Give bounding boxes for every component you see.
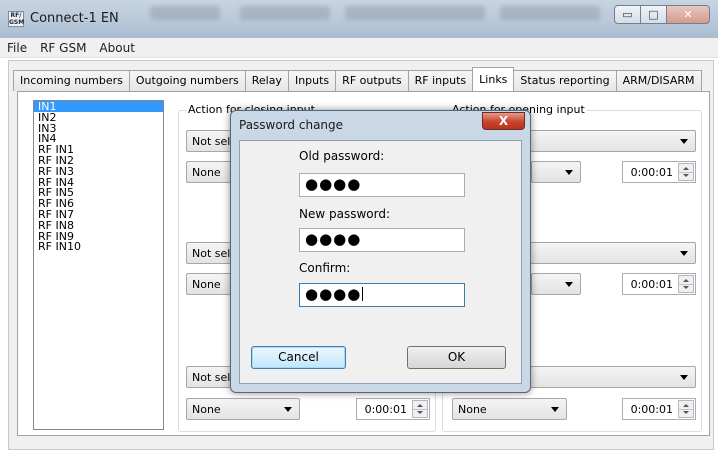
title-bar: RF/ GSM Connect-1 EN ▭ □ ✕ [0, 0, 718, 38]
select-value: None [192, 166, 221, 179]
spin-up-icon [683, 279, 689, 282]
opening-type-select-3[interactable]: None [452, 398, 567, 420]
time-value: 0:00:01 [630, 278, 673, 291]
chevron-down-icon [565, 282, 573, 287]
chevron-down-icon [565, 170, 573, 175]
dialog-close-button[interactable]: X [482, 112, 525, 130]
closing-type-select-3[interactable]: None [186, 398, 300, 420]
opening-type-select-2[interactable] [531, 273, 581, 295]
minimize-icon: ▭ [622, 8, 633, 21]
opening-time-spinner-3[interactable]: 0:00:01 [622, 398, 696, 420]
maximize-icon: □ [648, 8, 659, 21]
spin-up-icon [683, 404, 689, 407]
spin-buttons[interactable] [678, 275, 694, 293]
time-value: 0:00:01 [630, 166, 673, 179]
spin-down-icon [683, 286, 689, 289]
tab-outgoing-numbers[interactable]: Outgoing numbers [128, 70, 246, 91]
select-value: None [192, 403, 221, 416]
password-change-dialog: Password change X Old password: ●●●● New… [230, 110, 531, 393]
old-password-field[interactable]: ●●●● [299, 173, 465, 197]
chevron-down-icon [680, 251, 688, 256]
tab-rf-inputs[interactable]: RF inputs [407, 70, 474, 91]
select-value: None [192, 278, 221, 291]
chevron-down-icon [551, 407, 559, 412]
spin-buttons[interactable] [678, 400, 694, 418]
time-value: 0:00:01 [364, 403, 407, 416]
window-title: Connect-1 EN [30, 11, 119, 26]
select-value: None [458, 403, 487, 416]
tab-links[interactable]: Links [472, 67, 515, 91]
window-controls: ▭ □ ✕ [614, 5, 710, 24]
tab-arm-disarm[interactable]: ARM/DISARM [615, 70, 702, 91]
tab-inputs[interactable]: Inputs [287, 70, 337, 91]
app-icon: RF/ GSM [8, 11, 25, 27]
background-blur [345, 6, 485, 20]
new-password-label: New password: [299, 207, 391, 221]
menu-about[interactable]: About [92, 38, 140, 55]
inputs-listbox[interactable]: IN1 IN2 IN3 IN4 RF IN1 RF IN2 RF IN3 RF … [33, 100, 164, 430]
tab-rf-outputs[interactable]: RF outputs [335, 70, 409, 91]
tab-status-reporting[interactable]: Status reporting [513, 70, 617, 91]
list-item[interactable]: RF IN3 [34, 166, 163, 177]
spin-down-icon [683, 411, 689, 414]
menu-bar: File RF GSM About [0, 38, 718, 58]
list-item[interactable]: RF IN10 [34, 241, 163, 252]
spin-buttons[interactable] [412, 400, 428, 418]
chevron-down-icon [680, 139, 688, 144]
close-icon: X [498, 114, 509, 128]
close-button[interactable]: ✕ [666, 5, 710, 24]
maximize-button[interactable]: □ [640, 5, 667, 24]
text-caret [362, 287, 364, 301]
dialog-title: Password change [239, 118, 344, 132]
opening-time-spinner-2[interactable]: 0:00:01 [622, 273, 696, 295]
dialog-body: Old password: ●●●● New password: ●●●● Co… [239, 140, 522, 384]
ok-button[interactable]: OK [407, 346, 506, 369]
old-password-label: Old password: [299, 149, 385, 163]
time-value: 0:00:01 [630, 403, 673, 416]
minimize-button[interactable]: ▭ [614, 5, 641, 24]
list-item[interactable]: RF IN8 [34, 220, 163, 231]
confirm-password-field[interactable]: ●●●● [299, 283, 465, 307]
menu-rf-gsm[interactable]: RF GSM [33, 38, 92, 55]
background-blur [500, 6, 600, 20]
spin-up-icon [417, 404, 423, 407]
background-blur [240, 6, 330, 20]
background-blur [150, 6, 220, 20]
confirm-password-value: ●●●● [305, 285, 362, 303]
spin-down-icon [417, 411, 423, 414]
list-item[interactable]: IN2 [34, 112, 163, 123]
close-icon: ✕ [683, 8, 693, 21]
menu-file[interactable]: File [0, 38, 33, 55]
new-password-field[interactable]: ●●●● [299, 228, 465, 252]
spin-up-icon [683, 167, 689, 170]
chevron-down-icon [680, 375, 688, 380]
opening-time-spinner-1[interactable]: 0:00:01 [622, 161, 696, 183]
confirm-password-label: Confirm: [299, 261, 351, 275]
chevron-down-icon [284, 407, 292, 412]
spin-buttons[interactable] [678, 163, 694, 181]
tab-relay[interactable]: Relay [244, 70, 289, 91]
tab-incoming-numbers[interactable]: Incoming numbers [13, 70, 130, 91]
opening-type-select-1[interactable] [531, 161, 581, 183]
cancel-button[interactable]: Cancel [251, 346, 346, 369]
spin-down-icon [683, 174, 689, 177]
tab-strip: Incoming numbers Outgoing numbers Relay … [13, 67, 702, 91]
closing-time-spinner-3[interactable]: 0:00:01 [356, 398, 430, 420]
